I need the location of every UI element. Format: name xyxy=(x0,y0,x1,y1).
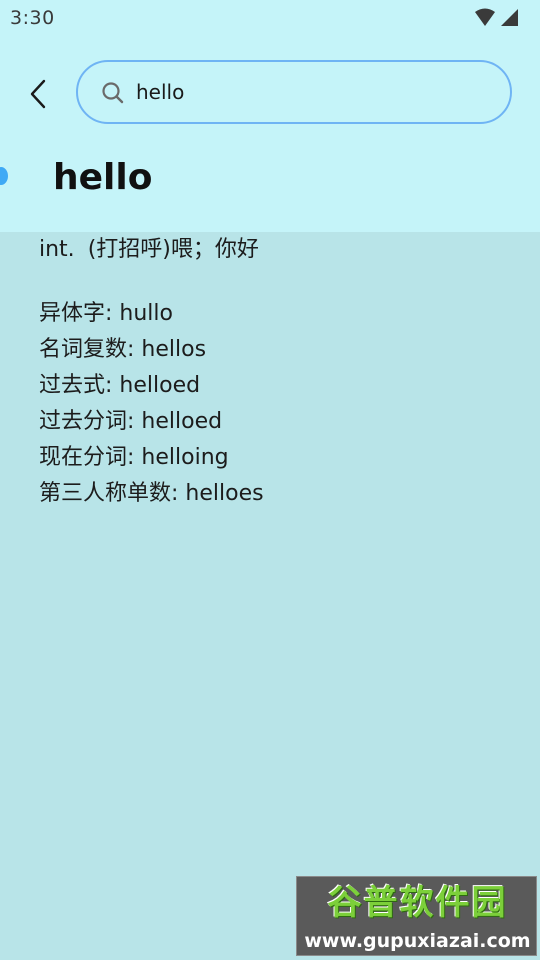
definition: int. (打招呼)喂；你好 xyxy=(39,232,519,268)
form-value: helloed xyxy=(141,409,223,434)
form-label: 名词复数: xyxy=(39,337,135,362)
status-icons xyxy=(474,8,520,28)
definition-meaning: (打招呼)喂；你好 xyxy=(87,237,259,262)
status-time: 3:30 xyxy=(10,7,55,29)
back-arrow-icon xyxy=(30,79,46,109)
form-label: 现在分词: xyxy=(39,445,135,470)
search-input[interactable] xyxy=(136,72,496,112)
word-form-row: 异体字: hullo xyxy=(39,296,519,332)
form-label: 过去式: xyxy=(39,373,113,398)
search-box[interactable] xyxy=(76,60,512,124)
word-form-row: 过去分词: helloed xyxy=(39,404,519,440)
word-form-row: 名词复数: hellos xyxy=(39,332,519,368)
entry-content: int. (打招呼)喂；你好 异体字: hullo 名词复数: hellos 过… xyxy=(39,232,519,512)
word-form-row: 过去式: helloed xyxy=(39,368,519,404)
signal-icon xyxy=(501,9,518,26)
status-bar: 3:30 xyxy=(0,0,540,38)
form-value: helloes xyxy=(185,481,264,506)
back-button[interactable] xyxy=(18,74,58,114)
form-label: 第三人称单数: xyxy=(39,481,179,506)
header: 3:30 hello xyxy=(0,0,540,232)
part-of-speech: int. xyxy=(39,237,75,262)
wifi-icon xyxy=(475,8,495,26)
word-form-row: 第三人称单数: helloes xyxy=(39,476,519,512)
form-value: helloing xyxy=(141,445,229,470)
form-value: hullo xyxy=(119,301,173,326)
word-title: hello xyxy=(53,157,153,198)
form-value: helloed xyxy=(119,373,201,398)
form-label: 异体字: xyxy=(39,301,113,326)
watermark-title: 谷普软件园 xyxy=(327,883,508,923)
watermark-logo: 谷普软件园 www.gupuxiazai.com xyxy=(296,876,537,956)
form-label: 过去分词: xyxy=(39,409,135,434)
accent-dot xyxy=(0,167,8,185)
word-form-row: 现在分词: helloing xyxy=(39,440,519,476)
form-value: hellos xyxy=(141,337,207,362)
watermark-url: www.gupuxiazai.com xyxy=(304,930,531,952)
word-forms: 异体字: hullo 名词复数: hellos 过去式: helloed 过去分… xyxy=(39,296,519,512)
search-icon xyxy=(102,82,124,104)
